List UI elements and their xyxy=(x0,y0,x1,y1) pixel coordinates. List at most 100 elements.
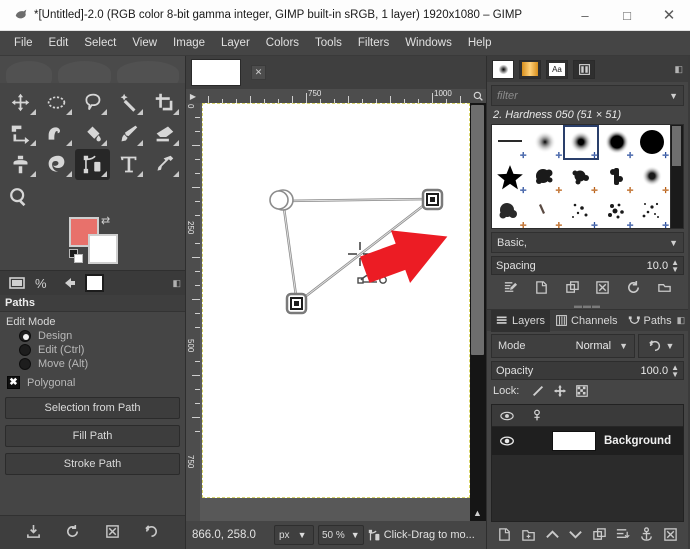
ruler-origin-button[interactable]: ▶ xyxy=(186,89,200,103)
background-color-swatch[interactable] xyxy=(88,234,118,264)
layer-name[interactable]: Background xyxy=(604,435,671,447)
clone-tool[interactable] xyxy=(3,149,39,180)
brush-bristles-01[interactable]: ✛ xyxy=(492,195,528,228)
brush-scroll-thumb[interactable] xyxy=(672,126,681,166)
brush-grid-scrollbar[interactable] xyxy=(671,124,684,229)
duplicate-brush-icon[interactable] xyxy=(565,280,580,298)
vertical-scrollbar[interactable]: ▲ xyxy=(470,103,486,521)
brushes-tab[interactable] xyxy=(492,59,514,79)
close-image-icon[interactable]: ✕ xyxy=(251,65,266,80)
restore-tool-preset-icon[interactable] xyxy=(65,524,80,542)
horizontal-ruler[interactable]: 750 1000 xyxy=(200,89,470,103)
new-layer-icon[interactable] xyxy=(497,527,512,545)
active-brush-indicator[interactable] xyxy=(82,273,106,293)
spacing-slider[interactable]: Spacing 10.0 ▲ ▼ xyxy=(491,256,684,275)
new-brush-icon[interactable] xyxy=(534,280,549,298)
menu-file[interactable]: File xyxy=(6,34,41,52)
menu-help[interactable]: Help xyxy=(460,34,500,52)
raise-layer-icon[interactable] xyxy=(545,527,560,545)
brush-hardness-075[interactable]: ✛ xyxy=(599,125,635,160)
warp-transform-tool[interactable] xyxy=(39,118,75,149)
image-thumbnail-tab[interactable] xyxy=(191,59,241,86)
unit-selector[interactable]: px ▼ xyxy=(274,525,314,545)
maximize-button[interactable]: □ xyxy=(606,0,648,31)
brush-bristles-02[interactable]: ✛ xyxy=(528,195,564,228)
table-row[interactable]: Background xyxy=(492,427,683,455)
radio-move[interactable]: Move (Alt) xyxy=(19,358,180,370)
delete-brush-icon[interactable] xyxy=(595,280,610,298)
brush-acrylic-03[interactable]: ✛ xyxy=(599,160,635,195)
brush-hardness-050[interactable]: ✛ xyxy=(563,125,599,160)
chevron-down-icon[interactable]: ▼ xyxy=(669,91,678,101)
crop-tool[interactable] xyxy=(146,87,182,118)
selection-from-path-button[interactable]: Selection from Path xyxy=(5,397,180,419)
menu-filters[interactable]: Filters xyxy=(350,34,397,52)
delete-layer-icon[interactable] xyxy=(663,527,678,545)
minimize-button[interactable]: – xyxy=(564,0,606,31)
stroke-path-button[interactable]: Stroke Path xyxy=(5,453,180,475)
menu-edit[interactable]: Edit xyxy=(41,34,77,52)
menu-layer[interactable]: Layer xyxy=(213,34,258,52)
eraser-tool[interactable] xyxy=(146,118,182,149)
opacity-spinner-icon[interactable]: ▲ ▼ xyxy=(671,363,679,378)
navigate-image-icon[interactable] xyxy=(470,89,486,103)
collapse-dock-icon[interactable]: ◧ xyxy=(674,64,683,75)
menu-select[interactable]: Select xyxy=(76,34,124,52)
brush-filter-row[interactable]: filter ▼ xyxy=(491,85,684,106)
dock-resize-grip[interactable]: ▬▬▬ xyxy=(487,301,688,310)
active-pattern-indicator[interactable] xyxy=(56,273,82,293)
text-tool[interactable] xyxy=(110,149,146,180)
lock-position-icon[interactable] xyxy=(549,384,571,398)
scroll-down-arrow-icon[interactable]: ▲ xyxy=(471,507,484,519)
close-button[interactable]: ✕ xyxy=(648,0,690,31)
brush-grid[interactable]: ✛ ✛ ✛ ✛ ✛ ✛ ✛ ✛ ✛ ✛ ✛ ✛ ✛ ✛ ✛ xyxy=(491,124,671,229)
brush-acrylic-02[interactable]: ✛ xyxy=(563,160,599,195)
edit-brush-icon[interactable] xyxy=(503,280,518,298)
reset-colors-icon[interactable] xyxy=(69,249,84,264)
tab-paths[interactable]: Paths xyxy=(623,310,677,332)
move-tool[interactable] xyxy=(3,87,39,118)
menu-windows[interactable]: Windows xyxy=(397,34,460,52)
fuzzy-select-tool[interactable] xyxy=(110,87,146,118)
image-canvas[interactable] xyxy=(202,103,470,498)
anchor-layer-icon[interactable] xyxy=(639,526,654,545)
free-select-tool[interactable] xyxy=(75,87,111,118)
color-picker-tool[interactable] xyxy=(146,149,182,180)
layer-mode-selector[interactable]: Mode Normal ▼ xyxy=(491,334,635,358)
document-history-tab[interactable] xyxy=(573,59,595,79)
lower-layer-icon[interactable] xyxy=(568,527,583,545)
layer-opacity-slider[interactable]: Opacity 100.0 ▲ ▼ xyxy=(491,361,684,380)
gradients-tab[interactable] xyxy=(519,59,541,79)
vertical-scroll-thumb[interactable] xyxy=(471,105,484,355)
brush-sparks-02[interactable]: ✛ xyxy=(599,195,635,228)
fill-path-button[interactable]: Fill Path xyxy=(5,425,180,447)
merge-down-icon[interactable] xyxy=(615,527,631,545)
brush-star[interactable]: ✛ xyxy=(492,160,528,195)
toolbox-collapse-icon[interactable]: ◧ xyxy=(172,278,181,289)
bucket-fill-tool[interactable] xyxy=(75,118,111,149)
active-image-indicator[interactable] xyxy=(4,273,30,293)
paths-tool[interactable] xyxy=(74,149,111,180)
brush-hardness-100[interactable]: ✛ xyxy=(634,125,670,160)
new-layer-group-icon[interactable] xyxy=(521,527,536,545)
zoom-selector[interactable]: 50 % ▼ xyxy=(318,525,364,545)
lock-alpha-icon[interactable] xyxy=(571,384,593,398)
brush-tag-filter[interactable]: Basic, ▼ xyxy=(491,232,684,253)
tab-channels[interactable]: Channels xyxy=(550,310,622,332)
radio-edit[interactable]: Edit (Ctrl) xyxy=(19,344,180,356)
menu-view[interactable]: View xyxy=(124,34,165,52)
ellipse-select-tool[interactable] xyxy=(39,87,75,118)
revert-mode-icon[interactable]: ▼ xyxy=(638,334,684,358)
open-brush-as-image-icon[interactable] xyxy=(657,280,672,298)
menu-colors[interactable]: Colors xyxy=(258,34,307,52)
refresh-brushes-icon[interactable] xyxy=(626,280,641,298)
unified-transform-tool[interactable] xyxy=(3,118,39,149)
vertical-ruler[interactable]: 0 250 500 750 xyxy=(186,103,200,521)
collapse-panel-icon[interactable]: ◧ xyxy=(677,315,686,326)
brush-1-pixel-line[interactable]: ✛ xyxy=(492,125,528,160)
active-gradient-indicator[interactable]: % xyxy=(30,273,56,293)
layer-list[interactable]: Background xyxy=(491,404,684,522)
radio-design[interactable]: Design xyxy=(19,330,180,342)
zoom-tool[interactable] xyxy=(0,180,185,214)
menu-tools[interactable]: Tools xyxy=(307,34,350,52)
